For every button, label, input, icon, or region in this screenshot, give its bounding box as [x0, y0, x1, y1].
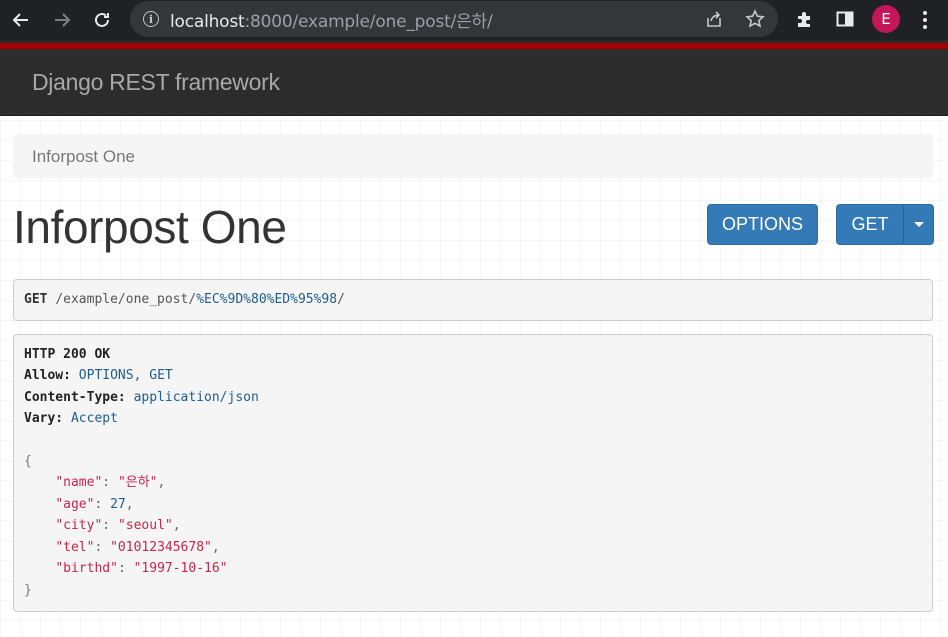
response-info: HTTP 200 OK Allow: OPTIONS, GET Content-… [13, 334, 933, 612]
response-header: Content-Type: application/json [24, 387, 259, 408]
get-format-dropdown[interactable] [903, 204, 934, 245]
avatar-letter: E [881, 10, 891, 28]
navbar-brand[interactable]: Django REST framework [32, 69, 280, 96]
info-icon[interactable]: i [143, 11, 159, 27]
breadcrumb-item: Inforpost One [32, 147, 136, 166]
request-path-prefix: /example/one_post/ [55, 292, 197, 307]
url-path: :8000/example/one_post/은하/ [244, 11, 493, 32]
header-value: OPTIONS, GET [78, 368, 173, 383]
json-field: "birthd": "1997-10-16" [55, 561, 228, 576]
json-key: "age" [55, 497, 95, 512]
forward-button[interactable] [46, 4, 78, 36]
options-button[interactable]: OPTIONS [707, 204, 818, 245]
star-icon[interactable] [743, 7, 767, 31]
header-value: Accept [70, 411, 118, 426]
back-button[interactable] [5, 4, 37, 36]
json-value: "은하" [117, 475, 158, 490]
request-method: GET [24, 292, 48, 307]
avatar[interactable]: E [872, 5, 900, 33]
side-panel-icon[interactable] [832, 6, 858, 32]
request-info: GET /example/one_post/%EC%9D%80%ED%95%98… [13, 279, 933, 321]
json-value: 27 [110, 497, 126, 512]
header-value: application/json [133, 390, 259, 405]
chevron-down-icon [913, 222, 924, 227]
header-key: Vary: [24, 411, 64, 426]
json-value: "1997-10-16" [133, 561, 228, 576]
json-comma: , [172, 518, 181, 533]
json-key: "name" [55, 475, 103, 490]
response-header: Allow: OPTIONS, GET [24, 365, 173, 386]
json-field: "city": "seoul", [55, 518, 181, 533]
breadcrumb: Inforpost One [13, 134, 933, 178]
json-field: "age": 27, [55, 497, 134, 512]
arrow-right-icon [55, 13, 71, 27]
header-key: Content-Type: [24, 390, 126, 405]
puzzle-icon[interactable] [792, 6, 818, 32]
url-text[interactable]: localhost:8000/example/one_post/은하/ [170, 7, 493, 32]
response-status: HTTP 200 OK [24, 347, 111, 362]
url-host: localhost [170, 11, 245, 32]
json-value: "seoul" [117, 518, 173, 533]
json-comma: , [125, 497, 134, 512]
request-path-suffix: / [337, 292, 345, 307]
json-field: "name": "은하", [55, 475, 166, 490]
page-title: Inforpost One [13, 201, 287, 253]
json-comma: , [211, 540, 220, 555]
json-key: "city" [55, 518, 103, 533]
browser-toolbar: i localhost:8000/example/one_post/은하/ E [0, 0, 948, 40]
kebab-menu-icon[interactable] [913, 4, 937, 36]
json-open-brace: { [24, 454, 32, 469]
json-field: "tel": "01012345678", [55, 540, 220, 555]
request-path-encoded: %EC%9D%80%ED%95%98 [196, 292, 338, 307]
json-close-brace: } [24, 583, 32, 598]
reload-button[interactable] [86, 4, 118, 36]
json-key: "tel" [55, 540, 95, 555]
navbar: Django REST framework [0, 49, 948, 116]
share-icon[interactable] [702, 7, 726, 31]
arrow-left-icon [12, 13, 28, 27]
response-header: Vary: Accept [24, 408, 118, 429]
address-bar[interactable]: i localhost:8000/example/one_post/은하/ [130, 1, 778, 37]
json-value: "01012345678" [110, 540, 212, 555]
get-button[interactable]: GET [836, 204, 904, 245]
json-comma: , [157, 475, 166, 490]
reload-icon [95, 12, 109, 27]
header-key: Allow: [24, 368, 71, 383]
request-path: /example/one_post/%EC%9D%80%ED%95%98/ [55, 292, 345, 307]
json-key: "birthd" [55, 561, 118, 576]
